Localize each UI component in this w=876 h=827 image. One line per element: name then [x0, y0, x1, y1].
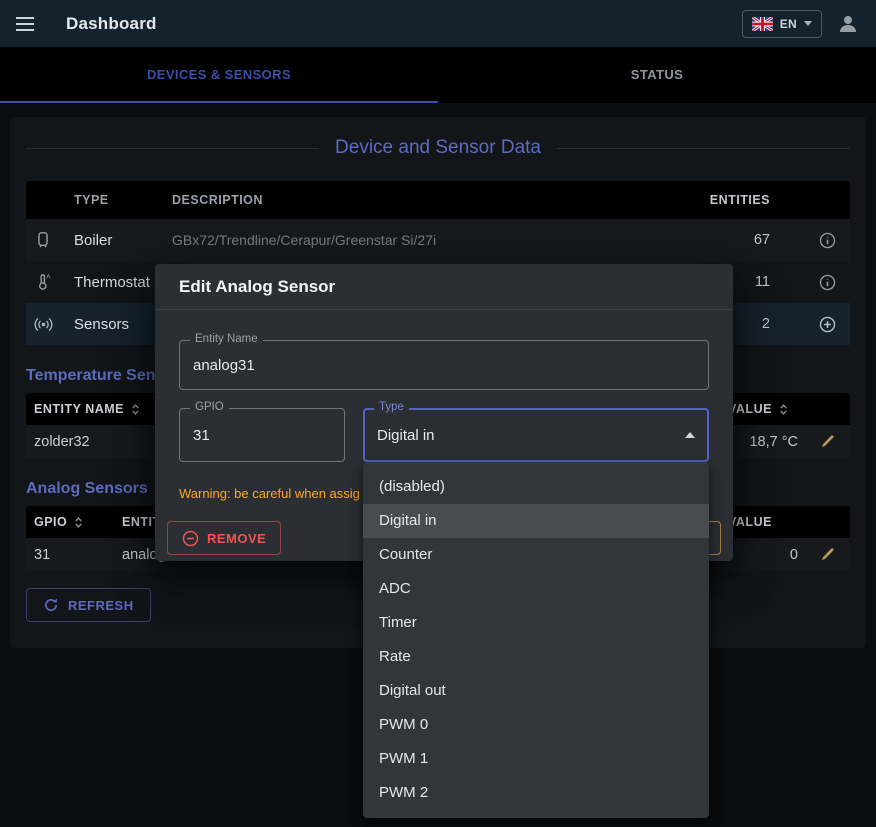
page-title: Dashboard [66, 14, 157, 34]
col-type: TYPE [74, 193, 172, 207]
divider [26, 148, 319, 149]
dialog-title: Edit Analog Sensor [155, 264, 733, 310]
language-selector[interactable]: EN [742, 10, 822, 38]
appbar: Dashboard EN [0, 0, 876, 47]
sort-icon [777, 403, 790, 416]
edit-icon[interactable] [820, 434, 835, 449]
type-label: Type [374, 401, 409, 413]
gpio-input[interactable] [180, 409, 344, 461]
menu-item-disabled[interactable]: (disabled) [363, 470, 709, 504]
uk-flag-icon [752, 17, 773, 31]
divider [557, 148, 850, 149]
tab-devices-sensors[interactable]: DEVICES & SENSORS [0, 47, 438, 103]
menu-item-adc[interactable]: ADC [363, 572, 709, 606]
tab-bar: DEVICES & SENSORS STATUS [0, 47, 876, 103]
type-selected-value: Digital in [365, 427, 435, 444]
entity-name-input[interactable] [180, 341, 708, 389]
type-dropdown-menu: (disabled) Digital in Counter ADC Timer … [363, 462, 709, 818]
menu-item-counter[interactable]: Counter [363, 538, 709, 572]
device-description: GBx72/Trendline/Cerapur/Greenstar Si/27i [172, 232, 704, 248]
menu-item-digital-in[interactable]: Digital in [363, 504, 709, 538]
col-description: DESCRIPTION [172, 193, 704, 207]
refresh-icon [43, 597, 59, 613]
gpio-field: GPIO [179, 408, 345, 462]
table-row-boiler[interactable]: Boiler GBx72/Trendline/Cerapur/Greenstar… [26, 219, 850, 261]
col-entities: ENTITIES [704, 193, 794, 207]
entity-name-label: Entity Name [190, 333, 263, 345]
device-type: Boiler [74, 232, 172, 249]
menu-icon[interactable] [16, 14, 38, 34]
tab-status[interactable]: STATUS [438, 47, 876, 103]
entity-name-field: Entity Name [179, 340, 709, 390]
type-select[interactable]: Type Digital in [363, 408, 709, 462]
info-icon[interactable] [819, 232, 836, 249]
sort-icon [72, 516, 85, 529]
edit-icon[interactable] [820, 547, 835, 562]
add-circle-icon[interactable] [819, 316, 836, 333]
refresh-button[interactable]: REFRESH [26, 588, 151, 622]
avatar-icon[interactable] [836, 12, 860, 36]
menu-item-pwm-1[interactable]: PWM 1 [363, 742, 709, 776]
sort-icon [129, 403, 142, 416]
device-entities-count: 67 [704, 232, 794, 248]
thermostat-icon: A [26, 273, 74, 291]
sensors-icon [26, 315, 74, 334]
section-title-text: Device and Sensor Data [335, 137, 541, 159]
menu-item-pwm-2[interactable]: PWM 2 [363, 776, 709, 810]
col-gpio-sortable[interactable]: GPIO [26, 515, 122, 529]
info-icon[interactable] [819, 274, 836, 291]
menu-item-digital-out[interactable]: Digital out [363, 674, 709, 708]
chevron-up-icon [685, 432, 695, 438]
remove-button[interactable]: REMOVE [167, 521, 281, 555]
menu-item-timer[interactable]: Timer [363, 606, 709, 640]
svg-text:A: A [46, 274, 50, 280]
sensor-gpio: 31 [26, 547, 122, 563]
gpio-label: GPIO [190, 401, 229, 413]
language-label: EN [780, 17, 797, 31]
section-title: Device and Sensor Data [26, 137, 850, 159]
menu-item-rate[interactable]: Rate [363, 640, 709, 674]
boiler-icon [26, 231, 74, 249]
devices-table-header: TYPE DESCRIPTION ENTITIES [26, 181, 850, 219]
remove-circle-icon [182, 530, 199, 547]
menu-item-pwm-0[interactable]: PWM 0 [363, 708, 709, 742]
chevron-down-icon [804, 21, 812, 26]
